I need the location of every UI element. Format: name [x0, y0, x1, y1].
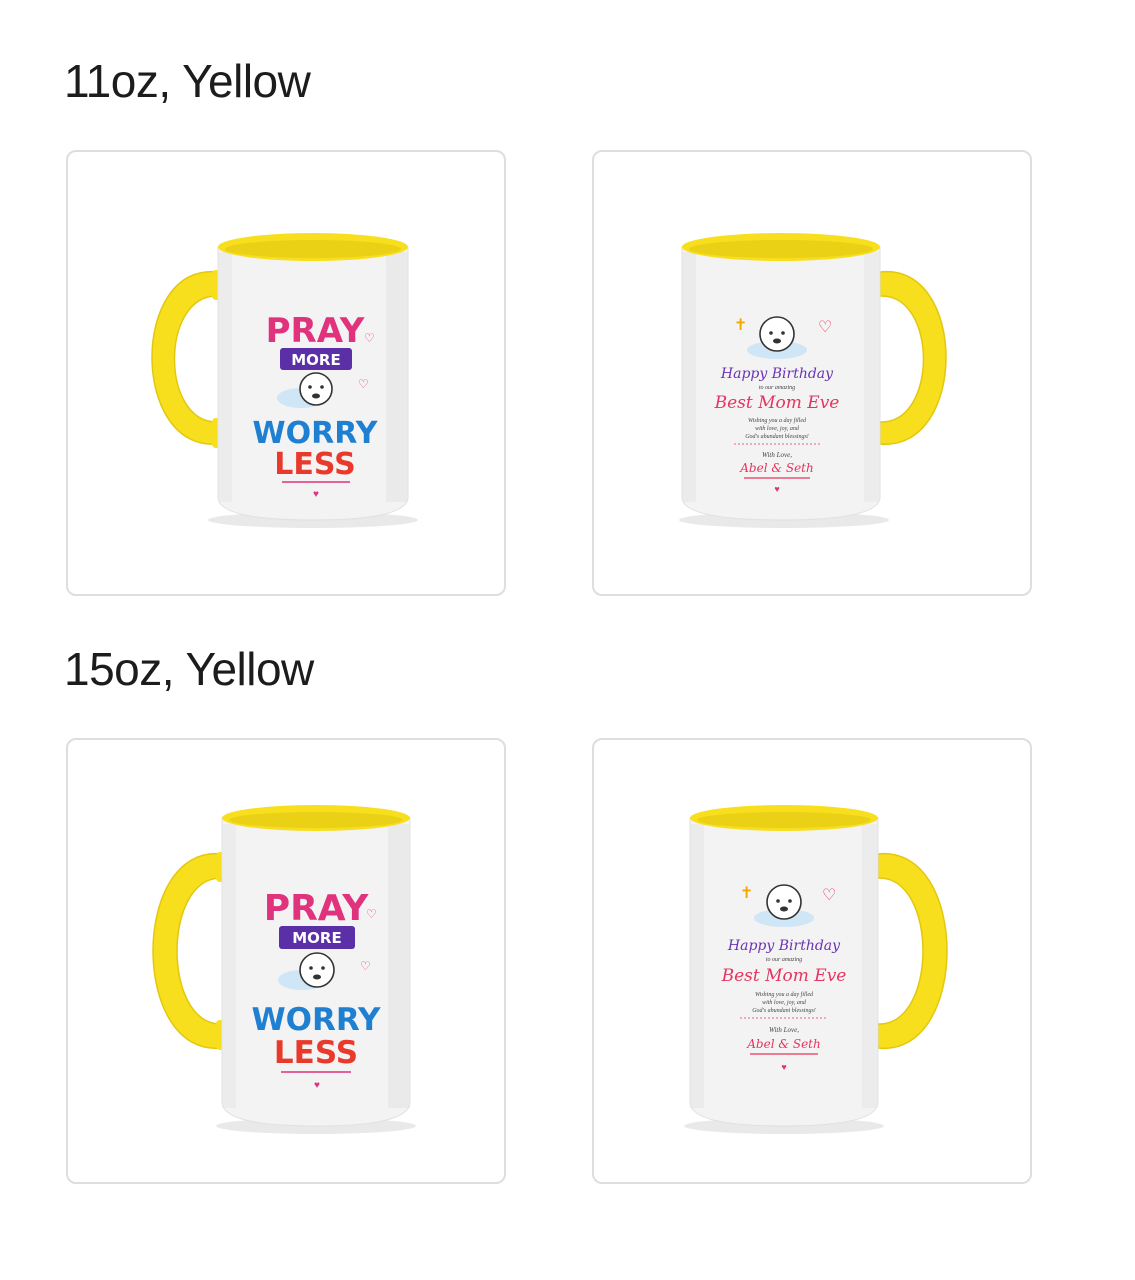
design-text-best-mom: Best Mom Eve — [714, 393, 840, 413]
product-image-11oz-front[interactable]: PRAY MORE WORRY LESS ♥ ♡ ♡ — [66, 150, 506, 596]
design-text-happy-birthday: Happy Birthday — [720, 366, 834, 382]
design-text-to-our-amazing: to our amazing — [759, 385, 795, 391]
heart-icon: ♡ — [366, 907, 377, 921]
design-text-with-love: With Love, — [769, 1026, 799, 1034]
design-text-message-3: God's abundant blessings! — [745, 434, 809, 440]
design-text-signature: Abel & Seth — [739, 461, 813, 475]
design-text-message-1: Wishing you a day filled — [755, 991, 814, 998]
product-image-15oz-back[interactable]: ✝ ♡ Happy Birthday to our amazing Best M… — [592, 738, 1032, 1184]
design-text-worry: WORRY — [253, 416, 379, 451]
design-text-pray: PRAY — [264, 888, 370, 929]
product-image-15oz-front[interactable]: PRAY MORE WORRY LESS ♥ ♡ ♡ — [66, 738, 506, 1184]
variant-title-11oz: 11oz, Yellow — [64, 55, 311, 107]
design-text-pray: PRAY — [266, 311, 365, 351]
heart-icon: ♡ — [364, 331, 375, 345]
heart-icon: ♥ — [774, 484, 779, 494]
design-text-worry: WORRY — [251, 1002, 381, 1038]
design-text-message-3: God's abundant blessings! — [752, 1008, 816, 1014]
heart-icon: ♡ — [822, 887, 836, 904]
mug-15oz-front-illustration: PRAY MORE WORRY LESS ♥ ♡ ♡ — [152, 805, 416, 1134]
variant-title-15oz: 15oz, Yellow — [64, 643, 314, 695]
design-text-happy-birthday: Happy Birthday — [727, 938, 841, 954]
mug-15oz-back-illustration: ✝ ♡ Happy Birthday to our amazing Best M… — [684, 805, 948, 1134]
mug-11oz-front-illustration: PRAY MORE WORRY LESS ♥ ♡ ♡ — [151, 233, 418, 528]
heart-icon: ♡ — [358, 377, 369, 391]
design-text-message-2: with love, joy, and — [762, 1000, 807, 1006]
heart-icon: ♥ — [314, 1080, 320, 1091]
heart-icon: ♡ — [818, 319, 832, 336]
cross-icon: ✝ — [740, 885, 753, 902]
heart-icon: ♥ — [313, 489, 319, 500]
design-text-signature: Abel & Seth — [746, 1037, 820, 1051]
heart-icon: ♡ — [360, 959, 371, 973]
design-text-with-love: With Love, — [762, 451, 792, 459]
design-text-to-our-amazing: to our amazing — [766, 957, 802, 963]
design-text-less: LESS — [274, 1035, 358, 1071]
cross-icon: ✝ — [734, 317, 747, 334]
design-text-message-2: with love, joy, and — [755, 426, 800, 432]
design-text-best-mom: Best Mom Eve — [721, 966, 847, 986]
product-image-11oz-back[interactable]: ✝ ♡ Happy Birthday to our amazing Best M… — [592, 150, 1032, 596]
design-text-more: MORE — [292, 929, 341, 947]
design-text-message-1: Wishing you a day filled — [748, 417, 807, 424]
heart-icon: ♥ — [781, 1062, 786, 1072]
design-text-more: MORE — [291, 351, 340, 369]
design-text-less: LESS — [274, 447, 355, 482]
mug-11oz-back-illustration: ✝ ♡ Happy Birthday to our amazing Best M… — [679, 233, 947, 528]
